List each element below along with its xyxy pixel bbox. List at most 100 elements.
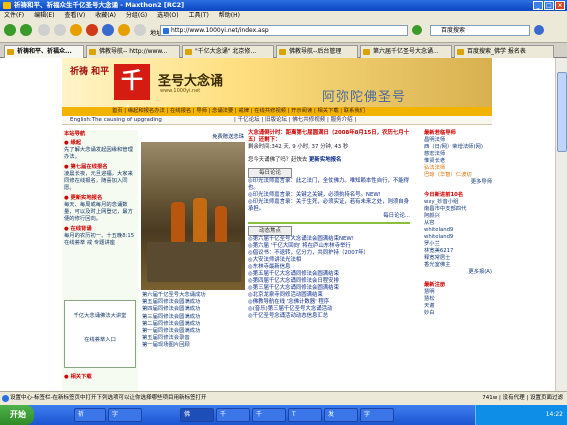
left-section-heading[interactable]: ● 第七届在线报名	[64, 164, 136, 171]
teacher-link[interactable]: 西（日/网）荣增法师(网)	[424, 144, 492, 151]
member-item[interactable]: 天谢	[424, 303, 492, 310]
home-icon[interactable]	[118, 24, 130, 36]
lecture-box-link[interactable]: 在线荟萃入口	[65, 335, 135, 345]
member-item[interactable]: 慧松	[424, 296, 492, 303]
top10-item[interactable]: 罗小兰	[424, 241, 492, 248]
back-icon[interactable]	[4, 24, 16, 36]
tab-6[interactable]: 百度搜索_佛学 报名表	[454, 45, 554, 58]
top10-item[interactable]: 林宽美6217	[424, 248, 492, 255]
search-input[interactable]: 百度搜索	[430, 25, 530, 36]
quote-item[interactable]: ◎印光法师嘉言录：关键之关键，必须执持名号。NEW!	[248, 192, 410, 199]
news-item[interactable]: ◎大安法师讲法光法相	[248, 257, 410, 264]
menu-options[interactable]: 选项(O)	[157, 12, 178, 19]
menu-edit[interactable]: 编辑(E)	[34, 12, 54, 19]
menu-file[interactable]: 文件(F)	[4, 12, 24, 19]
favorites-icon[interactable]	[70, 24, 82, 36]
menu-favorites[interactable]: 收藏(A)	[95, 12, 116, 19]
menu-help[interactable]: 帮助(H)	[219, 12, 240, 19]
news-item[interactable]: ◎第六届千亿圣号大念诵法会圆满结束NEW!	[248, 236, 410, 243]
news-item[interactable]: ◎(音乐)第三届千亿圣号大念诵活动	[248, 306, 410, 313]
event-link[interactable]: 第二届同修法会圆满成功	[142, 321, 206, 328]
status-bar: 设置中心-标签栏-在新标签页中打开下列选项可以让你选择哪些项目用新标签打开 74…	[0, 391, 567, 405]
maximize-button[interactable]: □	[544, 1, 554, 10]
event-link[interactable]: 第一届现场图片回顾	[142, 342, 206, 349]
taskbar-button[interactable]: 佛	[180, 408, 214, 422]
top10-item[interactable]: wxy_妙音小组	[424, 199, 492, 206]
news-item[interactable]: ◎倡议书：不退转，亿分力，共同护持（2007年）	[248, 250, 410, 257]
teacher-link[interactable]: 慈宏法师	[424, 151, 492, 158]
teacher-link[interactable]: 惟贤长老	[424, 158, 492, 165]
teacher-link[interactable]: 昌明法师	[424, 137, 492, 144]
start-button[interactable]: 开始	[0, 405, 34, 425]
forward-icon[interactable]	[20, 24, 32, 36]
open-icon[interactable]	[54, 24, 66, 36]
taskbar-button[interactable]: 字	[108, 408, 142, 422]
tab-2[interactable]: 佛教导航-- http://www...	[86, 45, 180, 58]
left-section-heading[interactable]: ● 缘起	[64, 140, 136, 147]
member-item[interactable]: 慧明	[424, 289, 492, 296]
stop-icon[interactable]	[86, 24, 98, 36]
daily-quotes-header: 每日论论	[248, 168, 293, 178]
free-beads-link[interactable]: 免费赠送念珠	[212, 132, 244, 140]
member-item[interactable]: 妙白	[424, 310, 492, 317]
news-item[interactable]: ◎千亿圣号念诵活动动态信息汇总	[248, 313, 410, 320]
tab-5[interactable]: 第六届千亿圣号大念诵...	[360, 45, 452, 58]
more-reports-link[interactable]: 更多报(A)	[424, 269, 492, 276]
quote-item[interactable]: ◎印光法师嘉言录：关于生死，必须实证，若有未来之处，则须自身承担。	[248, 199, 410, 213]
menu-tools[interactable]: 工具(T)	[189, 12, 209, 19]
menu-view[interactable]: 查看(V)	[64, 12, 85, 19]
top10-item[interactable]: 释宽常居士	[424, 255, 492, 262]
top10-item[interactable]: whiteland9	[424, 234, 492, 241]
news-item[interactable]: ◎第六届 '千亿大回向' 将在庐山东林寺举行	[248, 243, 410, 250]
refresh-icon[interactable]	[102, 24, 114, 36]
status-right[interactable]: 741w | 没有代理 | 设置页面过滤	[482, 392, 563, 405]
teacher-link[interactable]: 巴琼（华智）仁波切	[424, 172, 492, 179]
top10-item[interactable]: 南昌市中支部四代	[424, 206, 492, 213]
undo-icon[interactable]	[134, 24, 146, 36]
taskbar-button[interactable]: 祈	[74, 408, 106, 422]
left-bottom-heading[interactable]: ● 相关下载	[64, 374, 92, 381]
close-button[interactable]: ×	[555, 1, 565, 10]
new-tab-icon[interactable]	[38, 24, 50, 36]
news-item[interactable]: ◎第三届千亿大念诵同修法会圆满结束	[248, 285, 410, 292]
go-icon[interactable]	[412, 25, 422, 35]
quotes-more-link[interactable]: 每日论论...	[248, 213, 410, 220]
vertical-scrollbar[interactable]	[555, 58, 567, 391]
news-item[interactable]: ◎北京龙泉寺同修活动圆满结束	[248, 292, 410, 299]
top10-item[interactable]: 香光室佛主	[424, 262, 492, 269]
taskbar-button[interactable]: 字	[360, 408, 394, 422]
ceremony-photo	[141, 142, 245, 290]
english-link[interactable]: English:The causing of upgrading	[70, 117, 162, 123]
news-item[interactable]: ◎佛教导航在线 '念佛计数器' 程序	[248, 299, 410, 306]
tab-1[interactable]: 祈祷和平、祈福众...	[4, 45, 84, 58]
tab-4[interactable]: 佛教导航--后台管理	[276, 45, 358, 58]
tab-icon	[185, 49, 192, 55]
minimize-button[interactable]: _	[533, 1, 543, 10]
event-link[interactable]: 第三届同修法会圆满成功	[142, 314, 206, 321]
top10-item[interactable]: 阿颜兴	[424, 213, 492, 220]
menu-group[interactable]: 分组(G)	[126, 12, 147, 19]
taskbar-button[interactable]: 千	[216, 408, 250, 422]
teacher-link[interactable]: 弘法法师	[424, 165, 492, 172]
top10-item[interactable]: 从容	[424, 220, 492, 227]
more-teachers-link[interactable]: 更多导师	[424, 179, 492, 186]
news-item[interactable]: ◎东林寺最新信息	[248, 264, 410, 271]
taskbar-button[interactable]: 千	[252, 408, 286, 422]
sub-links[interactable]: | 千亿论坛 | 旧版论坛 | 佛七共修视频 | 服务介绍 |	[234, 116, 356, 124]
tab-icon	[279, 49, 286, 55]
news-item[interactable]: ◎第四届千亿大念诵同修法会日程安排	[248, 278, 410, 285]
site-nav[interactable]: 首页 | 缘起和报名办法 | 在线报名 | 导师 | 念诵法要 | 戒律 | 在…	[62, 107, 492, 116]
update-report-link[interactable]: 更新实地报名	[309, 157, 341, 163]
news-item[interactable]: ◎第五届千亿大念诵同修法会圆满结束	[248, 271, 410, 278]
top10-item[interactable]: whiteland9	[424, 227, 492, 234]
taskbar-button[interactable]: T	[288, 408, 322, 422]
search-icon[interactable]	[534, 25, 544, 35]
left-section-heading[interactable]: ● 在线背诵	[64, 226, 136, 233]
tab-3[interactable]: "千亿大念诵" 北京修...	[182, 45, 274, 58]
quote-item[interactable]: ◎印光法师嘉言录：此之法门，全仗佛力。唯知赖本性自行，不能得也。	[248, 178, 410, 192]
address-input[interactable]: http://www.1000yi.net/index.asp	[160, 25, 408, 36]
event-link[interactable]: 第四届同修法会圆满成功	[142, 306, 206, 313]
left-section-heading[interactable]: ● 更新实地报名	[64, 195, 136, 202]
scrollbar-thumb[interactable]	[557, 72, 567, 152]
taskbar-button[interactable]: 发	[324, 408, 358, 422]
